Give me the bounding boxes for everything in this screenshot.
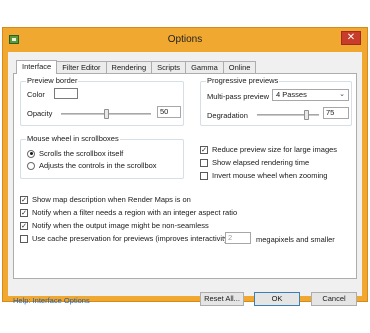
cancel-button[interactable]: Cancel [311, 292, 357, 306]
multipass-label: Multi-pass preview [207, 92, 270, 101]
opacity-input[interactable]: 50 [157, 106, 181, 118]
check-reduce-preview-label: Reduce preview size for large images [212, 145, 338, 154]
checkbox-unchecked-icon [20, 234, 28, 243]
degradation-slider-thumb[interactable] [304, 110, 309, 120]
check-map-description[interactable]: ✓ Show map description when Render Maps … [20, 195, 191, 204]
close-icon: ✕ [346, 32, 356, 43]
cache-megapixels-input[interactable]: 2 [225, 232, 251, 244]
close-button[interactable]: ✕ [341, 31, 361, 45]
opacity-label: Opacity [27, 109, 53, 118]
progressive-previews-title: Progressive previews [206, 76, 280, 85]
mouse-wheel-title: Mouse wheel in scrollboxes [26, 134, 120, 143]
title-bar[interactable]: Options ✕ [3, 28, 367, 52]
check-invert-wheel[interactable]: Invert mouse wheel when zooming [200, 171, 327, 180]
checkbox-checked-icon: ✓ [20, 208, 28, 217]
check-elapsed-time[interactable]: Show elapsed rendering time [200, 158, 309, 167]
radio-unselected-icon [27, 161, 35, 170]
check-cache-preservation[interactable]: Use cache preservation for previews (imp… [20, 234, 233, 243]
options-window: Options ✕ Interface Filter Editor Render… [2, 27, 368, 306]
checkbox-unchecked-icon [200, 171, 208, 180]
color-swatch[interactable] [54, 88, 78, 99]
preview-border-title: Preview border [26, 76, 79, 85]
window-title: Options [167, 34, 203, 45]
checkbox-checked-icon: ✓ [20, 221, 28, 230]
multipass-value: 4 Passes [276, 90, 307, 99]
degradation-input[interactable]: 75 [323, 107, 349, 119]
radio-selected-icon [27, 149, 35, 158]
color-label: Color [27, 90, 45, 99]
tab-interface[interactable]: Interface [16, 60, 58, 74]
mouse-wheel-group: Mouse wheel in scrollboxes Scrolls the s… [20, 134, 184, 179]
checkbox-checked-icon: ✓ [200, 145, 208, 154]
progressive-previews-group: Progressive previews Multi-pass preview … [200, 76, 352, 126]
degradation-slider-track[interactable] [257, 114, 319, 116]
check-invert-wheel-label: Invert mouse wheel when zooming [212, 171, 328, 180]
check-non-seamless[interactable]: ✓ Notify when the output image might be … [20, 221, 209, 230]
check-cache-preservation-label: Use cache preservation for previews (imp… [32, 234, 233, 243]
check-map-description-label: Show map description when Render Maps is… [32, 195, 191, 204]
opacity-slider-thumb[interactable] [104, 109, 109, 119]
multipass-select[interactable]: 4 Passes ⌄ [272, 89, 349, 101]
radio-adjust-controls-label: Adjusts the controls in the scrollbox [39, 161, 157, 170]
help-link[interactable]: Help: Interface Options [13, 296, 90, 305]
radio-scroll-itself-label: Scrolls the scrollbox itself [39, 149, 124, 158]
preview-border-group: Preview border Color Opacity 50 [20, 76, 184, 126]
check-non-seamless-label: Notify when the output image might be no… [32, 221, 209, 230]
check-reduce-preview[interactable]: ✓ Reduce preview size for large images [200, 145, 337, 154]
check-elapsed-time-label: Show elapsed rendering time [212, 158, 310, 167]
checkbox-unchecked-icon [200, 158, 208, 167]
ok-button[interactable]: OK [254, 292, 300, 306]
cache-suffix-label: megapixels and smaller [256, 235, 335, 244]
radio-adjust-controls[interactable]: Adjusts the controls in the scrollbox [27, 161, 157, 170]
chevron-down-icon: ⌄ [339, 91, 345, 98]
check-integer-aspect-label: Notify when a filter needs a region with… [32, 208, 238, 217]
checkbox-checked-icon: ✓ [20, 195, 28, 204]
interface-panel: Preview border Color Opacity 50 Progress… [13, 73, 357, 279]
degradation-label: Degradation [207, 111, 248, 120]
reset-all-button[interactable]: Reset All... [200, 292, 244, 306]
dialog-client: Interface Filter Editor Rendering Script… [8, 52, 362, 306]
tab-strip: Interface Filter Editor Rendering Script… [16, 60, 257, 74]
radio-scroll-itself[interactable]: Scrolls the scrollbox itself [27, 149, 123, 158]
check-integer-aspect[interactable]: ✓ Notify when a filter needs a region wi… [20, 208, 237, 217]
